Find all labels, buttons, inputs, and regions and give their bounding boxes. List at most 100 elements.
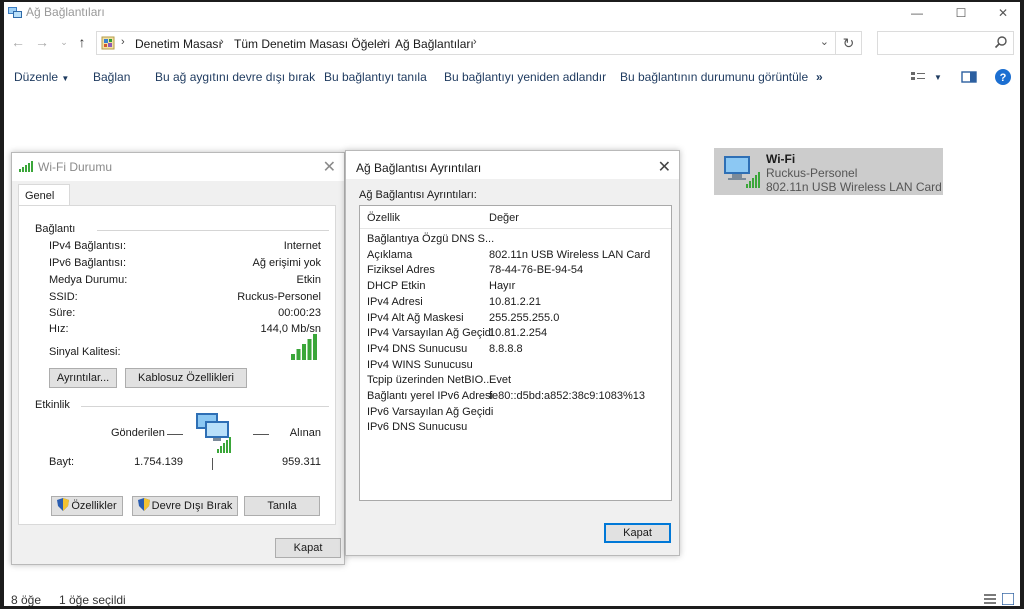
wifi-status-close-button[interactable]: Kapat [275, 538, 341, 558]
details-row-property: Açıklama [367, 248, 413, 261]
preview-pane-icon[interactable] [961, 68, 977, 86]
details-row-property: IPv4 DNS Sunucusu [367, 342, 468, 355]
tab-general[interactable]: Genel [18, 184, 70, 206]
details-row-value: 8.8.8.8 [489, 342, 523, 355]
breadcrumb-separator: › [381, 36, 385, 48]
breadcrumb-network-connections[interactable]: Ağ Bağlantıları [395, 37, 474, 51]
forward-arrow-icon[interactable]: → [34, 34, 50, 50]
column-header-property[interactable]: Özellik [367, 212, 400, 224]
connect-command[interactable]: Bağlan [93, 70, 130, 84]
details-row-property: Bağlantı yerel IPv6 Adresi [367, 390, 493, 402]
organize-label: Düzenle [14, 70, 59, 84]
details-subtitle: Ağ Bağlantısı Ayrıntıları: [359, 189, 477, 201]
details-row-value: 78-44-76-BE-94-54 [489, 264, 584, 277]
wifi-status-dialog: Wi-Fi Durumu ✕ Genel Bağlantı IPv4 Bağla… [11, 152, 345, 565]
help-icon[interactable]: ? [994, 68, 1012, 86]
diagnose-button[interactable]: Tanıla [244, 496, 320, 516]
organize-menu[interactable]: Düzenle ▼ [14, 70, 69, 84]
signal-bar [302, 344, 306, 360]
details-row-value: 802.11n USB Wireless LAN Card [489, 248, 651, 261]
signal-bar [313, 334, 317, 360]
details-row[interactable]: IPv4 DNS Sunucusu 8.8.8.8 [360, 343, 671, 358]
signal-bar [296, 349, 301, 360]
wireless-properties-button[interactable]: Kablosuz Özellikleri [125, 368, 247, 388]
ipv6-connectivity-value: Ağ erişimi yok [252, 257, 321, 269]
network-folder-icon [8, 7, 22, 18]
up-arrow-icon[interactable]: ↑ [74, 34, 90, 50]
uac-shield-icon [137, 498, 150, 511]
recent-locations-chevron-icon[interactable]: ⌄ [56, 34, 72, 50]
back-arrow-icon[interactable]: ← [10, 34, 26, 50]
details-row[interactable]: IPv6 Varsayılan Ağ Geçidi [360, 406, 671, 421]
svg-text:?: ? [1000, 72, 1007, 84]
details-row-value: fe80::d5bd:a852:38c9:1083%13 [489, 390, 645, 402]
minimize-button[interactable]: — [894, 2, 940, 24]
breadcrumb-control-panel[interactable]: Denetim Masası [135, 37, 222, 51]
command-bar: Düzenle ▼ Bağlan Bu ağ aygıtını devre dı… [4, 64, 1020, 90]
network-connections-window: Ağ Bağlantıları — ☐ ✕ ← → ⌄ ↑ › Denetim … [4, 2, 1020, 606]
properties-button-label: Özellikler [71, 500, 117, 512]
details-row[interactable]: DHCP Etkin Hayır [360, 280, 671, 295]
details-row-property: IPv4 Adresi [367, 295, 423, 308]
caret-down-icon: ▼ [61, 74, 70, 83]
details-row[interactable]: Açıklama 802.11n USB Wireless LAN Card [360, 249, 671, 264]
disable-button[interactable]: Devre Dışı Bırak [132, 496, 238, 516]
details-button[interactable]: Ayrıntılar... [49, 368, 117, 388]
details-row[interactable]: Tcpip üzerinden NetBIO... Evet [360, 374, 671, 389]
diagnose-connection-command[interactable]: Bu bağlantıyı tanıla [324, 70, 427, 84]
address-bar[interactable]: › Denetim Masası › Tüm Denetim Masası Öğ… [96, 31, 836, 55]
received-label: Alınan [289, 427, 321, 439]
control-panel-icon [101, 36, 115, 50]
details-view-icon[interactable] [984, 593, 996, 605]
search-input[interactable] [877, 31, 1014, 55]
change-view-icon[interactable] [910, 68, 926, 86]
details-row[interactable]: IPv4 Alt Ağ Maskesi 255.255.255.0 [360, 312, 671, 327]
details-row[interactable]: IPv6 DNS Sunucusu [360, 421, 671, 436]
view-options-caret-icon[interactable]: ▼ [934, 73, 942, 82]
wifi-connection-item[interactable]: Wi-Fi Ruckus-Personel 802.11n USB Wirele… [714, 148, 943, 195]
breadcrumb-separator: › [473, 36, 477, 48]
details-close-button[interactable]: Kapat [604, 523, 671, 543]
ssid-label: SSID: [49, 291, 78, 303]
details-row-value: Evet [489, 374, 512, 387]
details-list[interactable]: Özellik Değer Bağlantıya Özgü DNS S... Aç… [359, 205, 672, 501]
ipv6-connectivity-label: IPv6 Bağlantısı: [49, 257, 127, 269]
signal-title-icon [19, 161, 33, 172]
close-dialog-icon[interactable]: ✕ [323, 157, 336, 177]
address-dropdown-icon[interactable]: ⌄ [820, 35, 829, 48]
details-row-property: IPv4 Varsayılan Ağ Geçidi [367, 327, 494, 340]
details-row[interactable]: IPv4 WINS Sunucusu [360, 359, 671, 374]
close-dialog-icon[interactable]: ✕ [658, 157, 671, 177]
properties-button[interactable]: Özellikler [51, 496, 123, 516]
close-window-button[interactable]: ✕ [980, 2, 1020, 24]
details-row-property: IPv6 Varsayılan Ağ Geçidi [367, 405, 494, 418]
disable-device-command[interactable]: Bu ağ aygıtını devre dışı bırak [155, 70, 315, 84]
details-row-property: Bağlantıya Özgü DNS S... [367, 233, 495, 245]
duration-label: Süre: [49, 307, 76, 319]
breadcrumb-all-control-panel-items[interactable]: Tüm Denetim Masası Öğeleri [234, 37, 390, 51]
details-row[interactable]: Fiziksel Adres 78-44-76-BE-94-54 [360, 264, 671, 279]
column-header-value[interactable]: Değer [489, 212, 519, 224]
view-status-command[interactable]: Bu bağlantının durumunu görüntüle [620, 70, 808, 84]
speed-label: Hız: [49, 323, 69, 335]
disable-button-label: Devre Dışı Bırak [151, 500, 233, 512]
details-row[interactable]: IPv4 Adresi 10.81.2.21 [360, 296, 671, 311]
title-bar: Ağ Bağlantıları — ☐ ✕ [4, 2, 1020, 24]
large-icons-view-icon[interactable] [1002, 593, 1014, 605]
maximize-button[interactable]: ☐ [938, 2, 984, 24]
sent-dash [167, 434, 183, 435]
details-row-property: Tcpip üzerinden NetBIO... [367, 374, 493, 387]
dialog-title-bar: Ağ Bağlantısı Ayrıntıları ✕ [346, 151, 679, 179]
details-row[interactable]: Bağlantı yerel IPv6 Adresi fe80::d5bd:a85… [360, 390, 671, 405]
bytes-divider [212, 458, 213, 470]
details-row[interactable]: Bağlantıya Özgü DNS S... [360, 233, 671, 248]
details-row[interactable]: IPv4 Varsayılan Ağ Geçidi 10.81.2.254 [360, 327, 671, 342]
dialog-title: Wi-Fi Durumu [38, 160, 112, 174]
refresh-button[interactable]: ↻ [836, 31, 862, 55]
details-row-property: IPv6 DNS Sunucusu [367, 421, 468, 434]
connection-name: Wi-Fi [766, 152, 796, 166]
group-divider [81, 406, 329, 407]
rename-connection-command[interactable]: Bu bağlantıyı yeniden adlandır [444, 70, 606, 84]
breadcrumb-separator: › [220, 36, 224, 48]
more-commands-chevron[interactable]: » [816, 70, 823, 84]
